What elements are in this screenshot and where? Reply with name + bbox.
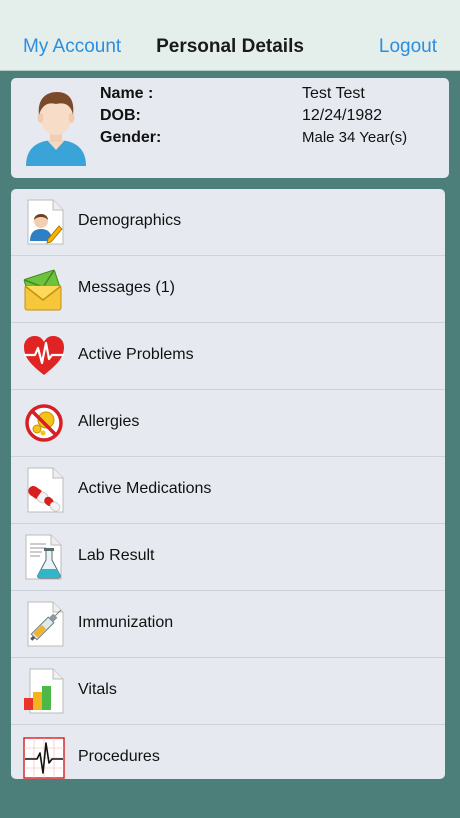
menu-item-demographics[interactable]: Demographics: [11, 189, 445, 256]
navigation-bar: My Account Personal Details Logout: [0, 0, 460, 70]
menu-item-label: Procedures: [78, 748, 160, 765]
dob-label: DOB:: [100, 107, 141, 124]
menu-item-procedures[interactable]: Procedures: [11, 725, 445, 779]
flask-icon: [25, 534, 62, 580]
menu-item-immunization[interactable]: Immunization: [11, 591, 445, 658]
menu-item-lab-result[interactable]: Lab Result: [11, 524, 445, 591]
my-account-button[interactable]: My Account: [23, 36, 121, 58]
dob-value: 12/24/1982: [302, 107, 383, 124]
profile-card: Name : Test Test DOB: 12/24/1982 Gender:…: [11, 78, 449, 178]
heart-pulse-icon: [24, 336, 64, 375]
menu-item-active-problems[interactable]: Active Problems: [11, 323, 445, 390]
name-value: Test Test: [302, 85, 365, 102]
pills-icon: [27, 467, 64, 513]
menu-item-label: Immunization: [78, 614, 174, 631]
menu-item-vitals[interactable]: Vitals: [11, 658, 445, 725]
menu-item-allergies[interactable]: Allergies: [11, 390, 445, 457]
menu-item-label: Demographics: [78, 212, 182, 229]
menu-item-messages[interactable]: Messages (1): [11, 256, 445, 323]
menu-item-label: Messages (1): [78, 279, 175, 296]
menu-list: Demographics Messages (1) Active Problem…: [11, 189, 445, 779]
gender-value: Male 34 Year(s): [302, 129, 408, 146]
menu-item-label: Allergies: [78, 413, 140, 430]
logout-button[interactable]: Logout: [379, 36, 437, 58]
menu-item-active-medications[interactable]: Active Medications: [11, 457, 445, 524]
syringe-icon: [27, 601, 64, 647]
menu-item-label: Active Problems: [78, 346, 194, 363]
gender-label: Gender:: [100, 129, 162, 146]
ecg-icon: [23, 737, 65, 779]
envelope-icon: [23, 269, 62, 311]
name-label: Name :: [100, 85, 154, 102]
menu-item-label: Vitals: [78, 681, 117, 698]
demographics-icon: [27, 199, 64, 245]
bar-chart-icon: [24, 668, 64, 714]
menu-item-label: Active Medications: [78, 480, 212, 497]
user-avatar-icon: [26, 92, 86, 166]
menu-item-label: Lab Result: [78, 547, 155, 564]
no-allergy-icon: [25, 404, 63, 442]
